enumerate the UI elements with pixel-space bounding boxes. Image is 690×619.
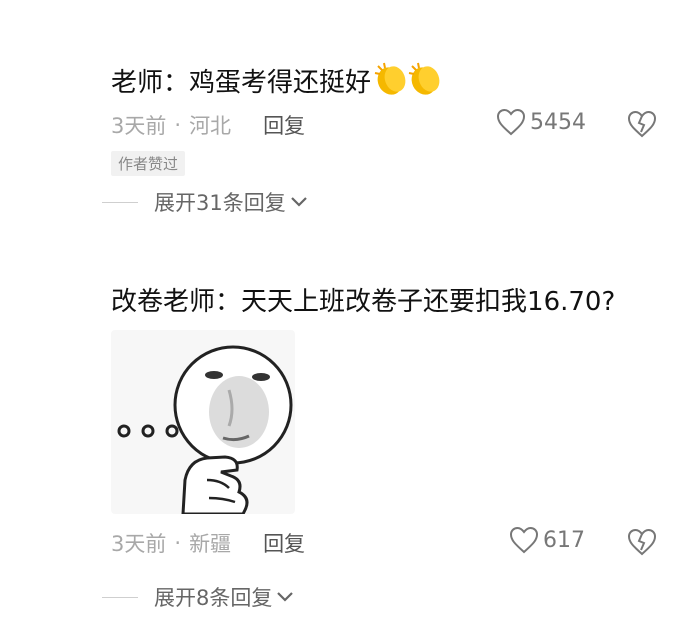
comment-location: 河北	[189, 114, 232, 138]
comment-content: 鸡蛋考得还挺好	[189, 68, 372, 98]
clapping-hands-icon	[373, 60, 443, 107]
dislike-button[interactable]	[627, 110, 657, 142]
comment-location: 新疆	[189, 532, 232, 556]
comment-time: 3天前	[111, 114, 167, 138]
comment-content: 天天上班改卷子还要扣我16.70?	[241, 287, 616, 317]
comment-text[interactable]: 老师：鸡蛋考得还挺好	[111, 60, 443, 107]
divider	[102, 596, 138, 598]
like-button[interactable]: 5454	[496, 108, 586, 136]
heart-icon	[509, 526, 539, 554]
author-liked-badge: 作者赞过	[111, 151, 186, 176]
comment-text[interactable]: 改卷老师：天天上班改卷子还要扣我16.70?	[111, 285, 615, 319]
expand-replies-button[interactable]: 展开8条回复	[102, 582, 294, 612]
thinking-meme-sticker[interactable]	[111, 330, 295, 514]
chevron-down-icon	[277, 592, 294, 602]
comment-meta: 3天前 · 河北 回复	[111, 110, 305, 140]
comment-meta: 3天前 · 新疆 回复	[111, 528, 305, 558]
expand-replies-label: 展开31条回复	[154, 191, 286, 215]
like-button[interactable]: 617	[509, 526, 585, 554]
comment-time: 3天前	[111, 532, 167, 556]
comment-author[interactable]: 改卷老师	[111, 287, 215, 317]
dislike-button[interactable]	[627, 528, 657, 560]
reply-button[interactable]: 回复	[263, 110, 305, 140]
expand-replies-label: 展开8条回复	[154, 586, 273, 610]
comment-author[interactable]: 老师	[111, 68, 163, 98]
like-count: 5454	[530, 109, 586, 135]
divider	[102, 201, 138, 203]
broken-heart-icon	[627, 528, 657, 556]
reply-button[interactable]: 回复	[263, 528, 305, 558]
broken-heart-icon	[627, 110, 657, 138]
chevron-down-icon	[290, 197, 307, 207]
heart-icon	[496, 108, 526, 136]
expand-replies-button[interactable]: 展开31条回复	[102, 187, 308, 217]
like-count: 617	[543, 527, 585, 553]
